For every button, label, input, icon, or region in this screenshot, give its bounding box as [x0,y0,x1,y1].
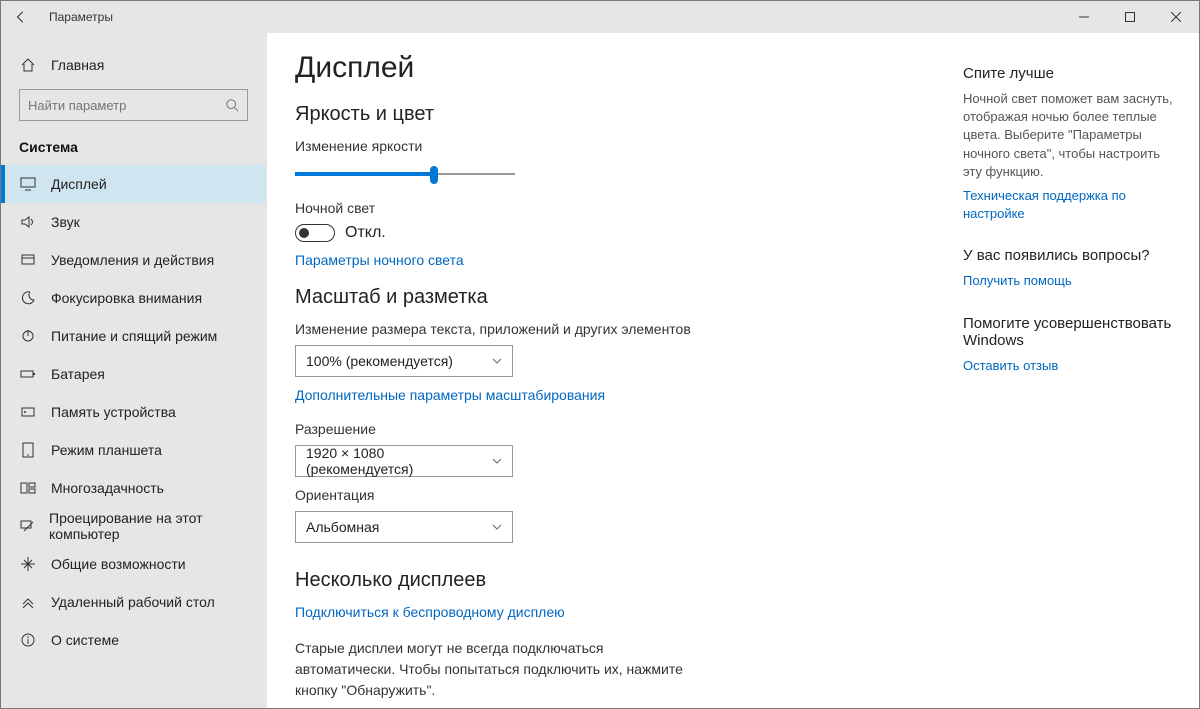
sidebar: Главная Система Дисплей Звук Уведомления… [1,33,267,708]
sidebar-item-focus[interactable]: Фокусировка внимания [1,279,266,317]
sidebar-item-label: О системе [51,632,119,648]
titlebar: Параметры [1,1,1199,33]
wireless-display-link[interactable]: Подключиться к беспроводному дисплею [295,604,935,620]
sidebar-item-sound[interactable]: Звук [1,203,266,241]
section-heading-brightness: Яркость и цвет [295,103,935,126]
sidebar-item-display[interactable]: Дисплей [1,165,266,203]
sidebar-item-power[interactable]: Питание и спящий режим [1,317,266,355]
notification-icon [19,252,37,268]
sidebar-item-shared[interactable]: Общие возможности [1,545,266,583]
main-content: Дисплей Яркость и цвет Изменение яркости… [267,33,963,708]
sidebar-item-label: Звук [51,214,80,230]
minimize-button[interactable] [1061,1,1107,33]
orientation-value: Альбомная [306,519,379,535]
sidebar-item-multitask[interactable]: Многозадачность [1,469,266,507]
power-icon [19,328,37,344]
sidebar-item-remote[interactable]: Удаленный рабочий стол [1,583,266,621]
home-icon [19,57,37,73]
chevron-down-icon [492,458,502,464]
sidebar-item-label: Батарея [51,366,105,382]
advanced-scaling-link[interactable]: Дополнительные параметры масштабирования [295,387,935,403]
night-light-label: Ночной свет [295,200,935,216]
support-link[interactable]: Техническая поддержка по настройке [963,187,1179,223]
get-help-link[interactable]: Получить помощь [963,272,1179,290]
chevron-down-icon [492,358,502,364]
scale-label: Изменение размера текста, приложений и д… [295,321,935,337]
sidebar-item-storage[interactable]: Память устройства [1,393,266,431]
brightness-slider[interactable] [295,162,515,186]
sidebar-item-label: Фокусировка внимания [51,290,202,306]
tip-title-improve: Помогите усовершенствовать Windows [963,315,1179,349]
tablet-icon [19,442,37,458]
night-light-state: Откл. [345,224,386,242]
sidebar-item-battery[interactable]: Батарея [1,355,266,393]
night-light-toggle[interactable] [295,224,335,242]
sidebar-item-label: Многозадачность [51,480,164,496]
detect-description: Старые дисплеи могут не всегда подключат… [295,638,695,701]
close-button[interactable] [1153,1,1199,33]
search-input[interactable] [28,98,208,113]
tip-text-sleep: Ночной свет поможет вам заснуть, отображ… [963,90,1179,181]
sidebar-home-label: Главная [51,57,104,73]
chevron-down-icon [492,524,502,530]
shared-icon [19,556,37,572]
info-icon [19,632,37,648]
sidebar-category: Система [1,135,266,165]
sidebar-home[interactable]: Главная [1,47,266,83]
monitor-icon [19,176,37,192]
tip-title-questions: У вас появились вопросы? [963,247,1179,264]
right-panel: Спите лучше Ночной свет поможет вам засн… [963,33,1199,708]
remote-icon [19,594,37,610]
feedback-link[interactable]: Оставить отзыв [963,357,1179,375]
section-heading-multidisplay: Несколько дисплеев [295,569,935,592]
maximize-button[interactable] [1107,1,1153,33]
moon-icon [19,290,37,306]
orientation-label: Ориентация [295,487,935,503]
sidebar-item-projecting[interactable]: Проецирование на этот компьютер [1,507,266,545]
battery-icon [19,366,37,382]
search-icon [225,98,239,112]
resolution-label: Разрешение [295,421,935,437]
sidebar-item-about[interactable]: О системе [1,621,266,659]
window-title: Параметры [49,10,113,24]
scale-select[interactable]: 100% (рекомендуется) [295,345,513,377]
page-title: Дисплей [295,51,935,85]
brightness-label: Изменение яркости [295,138,935,154]
resolution-value: 1920 × 1080 (рекомендуется) [306,445,492,477]
sidebar-item-label: Проецирование на этот компьютер [49,510,248,542]
sidebar-item-label: Питание и спящий режим [51,328,217,344]
resolution-select[interactable]: 1920 × 1080 (рекомендуется) [295,445,513,477]
sidebar-item-label: Общие возможности [51,556,186,572]
section-heading-scale: Масштаб и разметка [295,286,935,309]
speaker-icon [19,214,37,230]
sidebar-item-notifications[interactable]: Уведомления и действия [1,241,266,279]
sidebar-item-label: Дисплей [51,176,107,192]
sidebar-item-label: Удаленный рабочий стол [51,594,215,610]
tip-title-sleep: Спите лучше [963,65,1179,82]
multitask-icon [19,480,37,496]
sidebar-item-tablet[interactable]: Режим планшета [1,431,266,469]
search-box[interactable] [19,89,248,121]
sidebar-item-label: Режим планшета [51,442,162,458]
sidebar-item-label: Память устройства [51,404,176,420]
scale-value: 100% (рекомендуется) [306,353,453,369]
projecting-icon [19,518,35,534]
storage-icon [19,404,37,420]
orientation-select[interactable]: Альбомная [295,511,513,543]
night-light-settings-link[interactable]: Параметры ночного света [295,252,935,268]
sidebar-item-label: Уведомления и действия [51,252,214,268]
back-button[interactable] [1,1,41,33]
